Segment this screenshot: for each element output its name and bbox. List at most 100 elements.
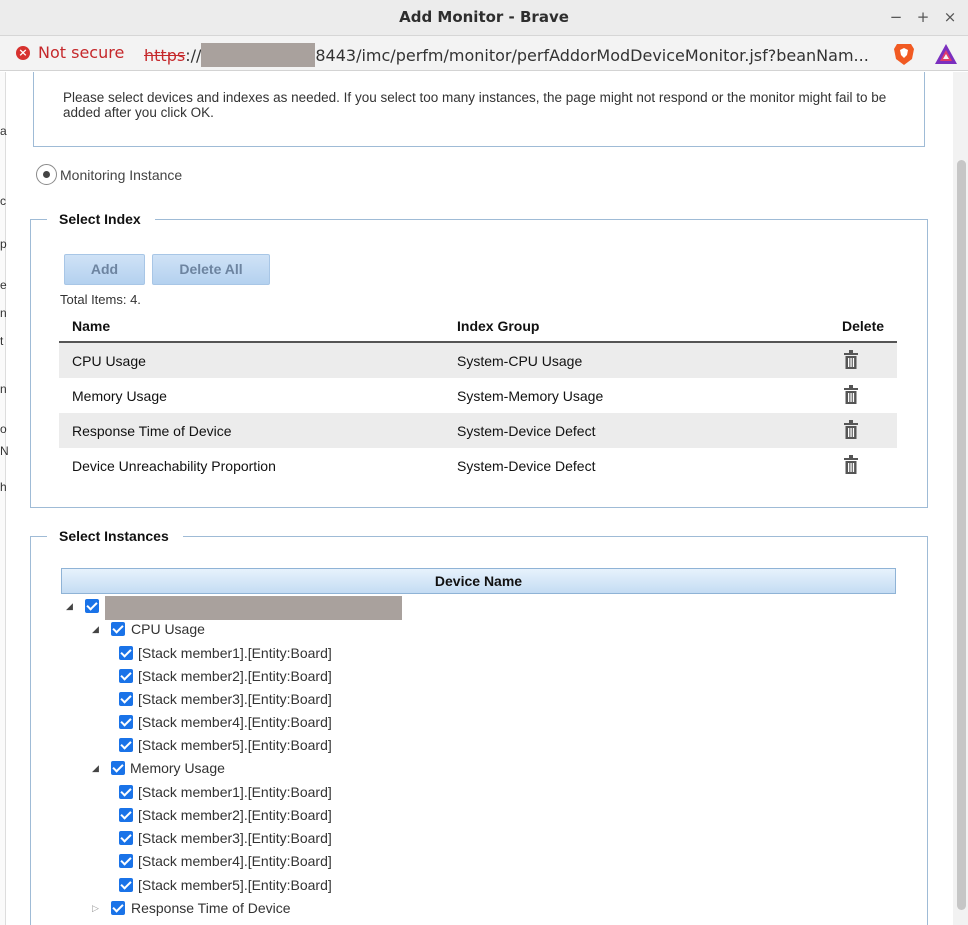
leaf-label: [Stack member4].[Entity:Board]	[138, 853, 332, 869]
total-items: Total Items: 4.	[60, 292, 141, 307]
leaf-label: [Stack member4].[Entity:Board]	[138, 714, 332, 730]
collapse-toggle-icon[interactable]: ◢	[92, 764, 99, 774]
tree-leaf[interactable]: [Stack member5].[Entity:Board]	[118, 876, 418, 896]
tree-leaf[interactable]: [Stack member1].[Entity:Board]	[118, 644, 418, 664]
not-secure-icon[interactable]: ×	[16, 46, 30, 60]
collapse-toggle-icon[interactable]: ◢	[66, 602, 73, 612]
scrollbar-thumb[interactable]	[957, 160, 966, 910]
device-name-column-header[interactable]: Device Name	[61, 568, 896, 594]
group-checkbox[interactable]	[111, 622, 125, 636]
leaf-label: [Stack member5].[Entity:Board]	[138, 737, 332, 753]
tree-group-cpu-usage[interactable]: ◢ CPU Usage	[92, 620, 392, 640]
notice-panel: Please select devices and indexes as nee…	[33, 72, 925, 147]
group-checkbox[interactable]	[111, 901, 125, 915]
trash-icon[interactable]	[844, 455, 858, 474]
table-row: Device Unreachability Proportion System-…	[59, 448, 897, 483]
trash-icon[interactable]	[844, 385, 858, 404]
collapse-toggle-icon[interactable]: ◢	[92, 625, 99, 635]
leaf-checkbox[interactable]	[119, 878, 133, 892]
tree-leaf[interactable]: [Stack member4].[Entity:Board]	[118, 713, 418, 733]
tree-group-response-time[interactable]: ▷ Response Time of Device	[92, 899, 392, 919]
edge-char: e	[0, 278, 7, 292]
window-titlebar: Add Monitor - Brave − + ×	[0, 0, 968, 36]
leaf-label: [Stack member3].[Entity:Board]	[138, 830, 332, 846]
edge-char: c	[0, 194, 6, 208]
tree-leaf[interactable]: [Stack member3].[Entity:Board]	[118, 690, 418, 710]
url-scheme: https	[144, 46, 186, 65]
leaf-label: [Stack member2].[Entity:Board]	[138, 668, 332, 684]
tree-leaf[interactable]: [Stack member3].[Entity:Board]	[118, 829, 418, 849]
leaf-checkbox[interactable]	[119, 785, 133, 799]
row-group: System-Memory Usage	[457, 388, 604, 404]
row-group: System-Device Defect	[457, 458, 596, 474]
edge-char: h	[0, 480, 7, 494]
leaf-checkbox[interactable]	[119, 646, 133, 660]
tree-leaf[interactable]: [Stack member1].[Entity:Board]	[118, 783, 418, 803]
row-name: Response Time of Device	[72, 423, 232, 439]
redacted-device-name	[105, 596, 402, 620]
table-row: CPU Usage System-CPU Usage	[59, 343, 897, 378]
group-label: CPU Usage	[131, 621, 205, 637]
leaf-label: [Stack member5].[Entity:Board]	[138, 877, 332, 893]
edge-char: N	[0, 444, 9, 458]
leaf-label: [Stack member1].[Entity:Board]	[138, 645, 332, 661]
row-name: CPU Usage	[72, 353, 146, 369]
leaf-checkbox[interactable]	[119, 692, 133, 706]
delete-all-button[interactable]: Delete All	[152, 254, 270, 285]
security-indicator[interactable]: Not secure	[38, 43, 124, 62]
leaf-checkbox[interactable]	[119, 854, 133, 868]
index-table-header: Name Index Group Delete	[59, 314, 897, 343]
edge-char: t	[0, 334, 4, 348]
tree-leaf[interactable]: [Stack member5].[Entity:Board]	[118, 736, 418, 756]
radio-button[interactable]	[36, 164, 57, 185]
close-button[interactable]: ×	[940, 7, 960, 27]
tree-group-memory-usage[interactable]: ◢ Memory Usage	[92, 759, 392, 779]
redacted-host	[201, 43, 316, 67]
tree-leaf[interactable]: [Stack member2].[Entity:Board]	[118, 806, 418, 826]
leaf-checkbox[interactable]	[119, 808, 133, 822]
leaf-checkbox[interactable]	[119, 738, 133, 752]
brave-rewards-icon[interactable]	[934, 43, 958, 65]
leaf-label: [Stack member3].[Entity:Board]	[138, 691, 332, 707]
row-name: Memory Usage	[72, 388, 167, 404]
url-text[interactable]: https:// 8443/imc/perfm/monitor/perfAddor…	[144, 43, 869, 67]
leaf-checkbox[interactable]	[119, 831, 133, 845]
radio-label: Monitoring Instance	[60, 167, 183, 183]
leaf-label: [Stack member1].[Entity:Board]	[138, 784, 332, 800]
expand-toggle-icon[interactable]: ▷	[92, 904, 99, 914]
group-label: Response Time of Device	[131, 900, 291, 916]
trash-icon[interactable]	[844, 350, 858, 369]
edge-char: n	[0, 306, 7, 320]
row-group: System-CPU Usage	[457, 353, 583, 369]
trash-icon[interactable]	[844, 420, 858, 439]
notice-text: Please select devices and indexes as nee…	[63, 90, 887, 120]
edge-char: n	[0, 382, 7, 396]
url-scheme-separator: ://	[185, 46, 202, 65]
brave-shields-icon[interactable]	[893, 42, 915, 66]
group-label: Memory Usage	[130, 760, 225, 776]
tree-leaf[interactable]: [Stack member4].[Entity:Board]	[118, 852, 418, 872]
tree-leaf[interactable]: [Stack member2].[Entity:Board]	[118, 667, 418, 687]
row-name: Device Unreachability Proportion	[72, 458, 276, 474]
group-checkbox[interactable]	[111, 761, 125, 775]
minimize-button[interactable]: −	[886, 7, 906, 27]
page-content: a c p e n t n o N h Please select device…	[0, 72, 968, 925]
window-title: Add Monitor - Brave	[399, 8, 569, 26]
url-path: 8443/imc/perfm/monitor/perfAddorModDevic…	[315, 46, 869, 65]
address-bar[interactable]: × Not secure https:// 8443/imc/perfm/moni…	[0, 36, 968, 71]
background-page-edge: a c p e n t n o N h	[0, 72, 9, 925]
edge-char: a	[0, 124, 7, 138]
maximize-button[interactable]: +	[913, 7, 933, 27]
leaf-label: [Stack member2].[Entity:Board]	[138, 807, 332, 823]
root-checkbox[interactable]	[85, 599, 99, 613]
leaf-checkbox[interactable]	[119, 669, 133, 683]
col-delete: Delete	[842, 318, 885, 334]
edge-char: p	[0, 237, 7, 251]
table-row: Memory Usage System-Memory Usage	[59, 378, 897, 413]
leaf-checkbox[interactable]	[119, 715, 133, 729]
edge-char: o	[0, 422, 7, 436]
col-index-group: Index Group	[457, 318, 540, 334]
add-index-button[interactable]: Add	[64, 254, 145, 285]
select-index-legend: Select Index	[47, 211, 155, 227]
row-group: System-Device Defect	[457, 423, 596, 439]
